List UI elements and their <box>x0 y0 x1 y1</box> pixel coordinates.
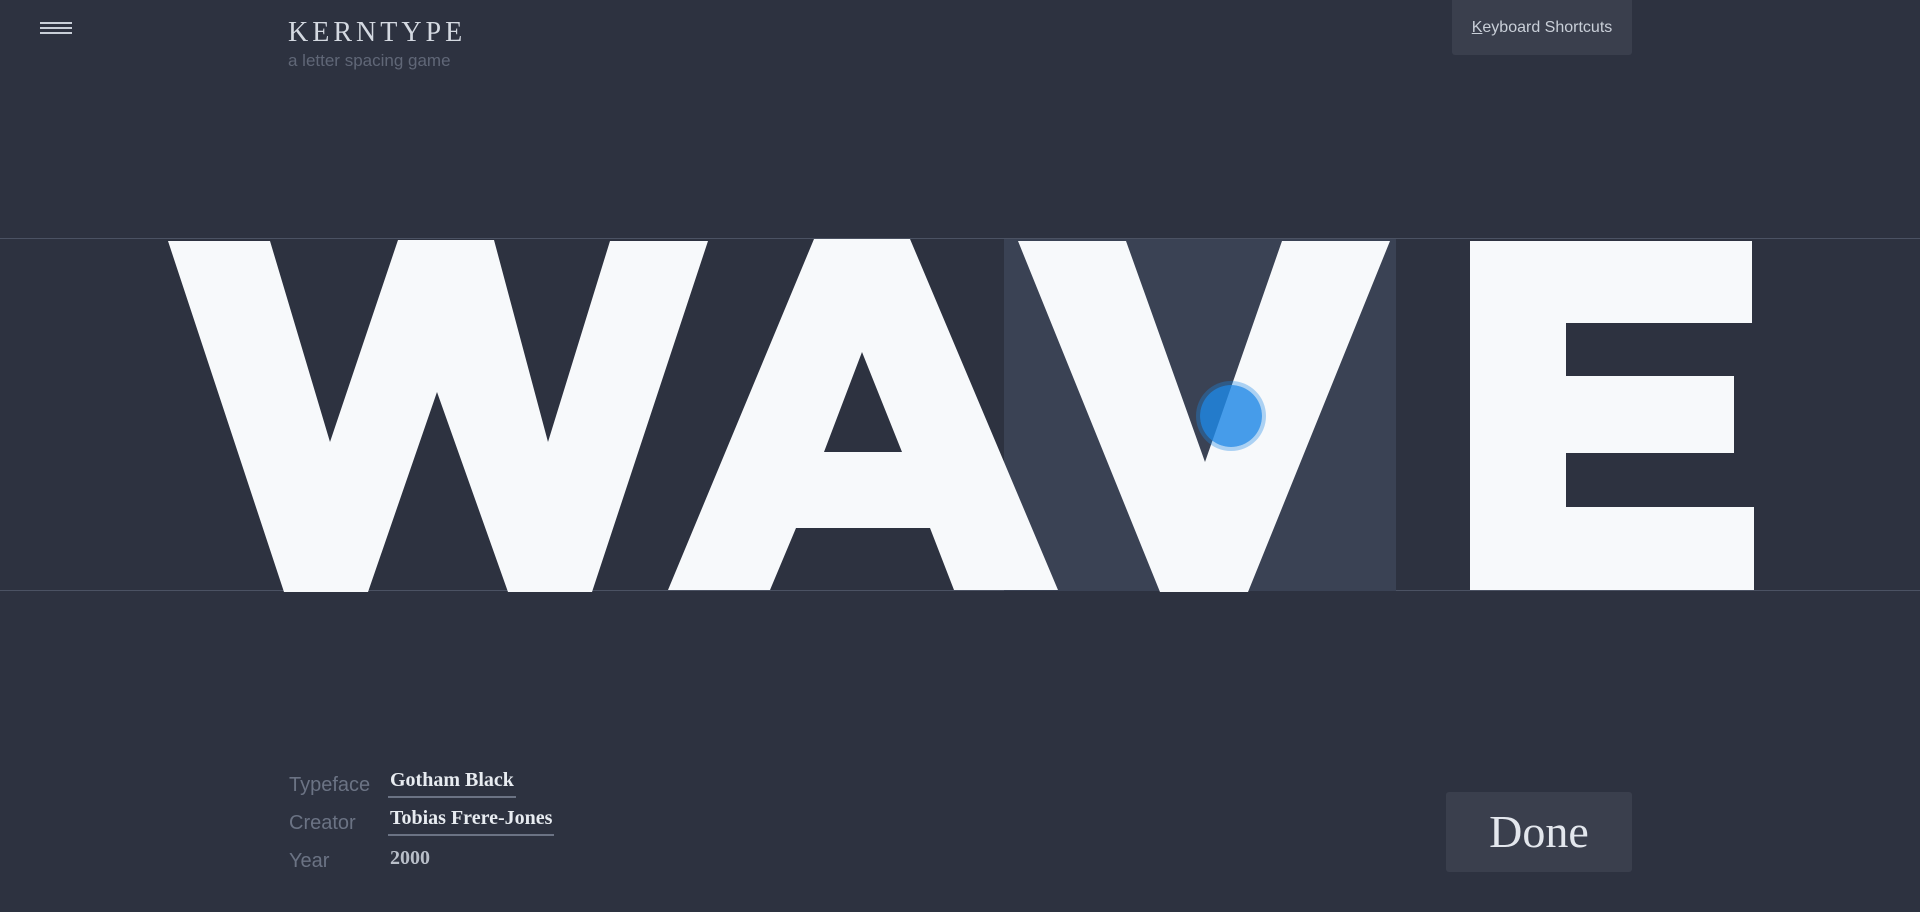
font-info: Typeface Gotham Black Creator Tobias Fre… <box>289 760 555 874</box>
creator-link[interactable]: Tobias Frere-Jones <box>388 805 555 836</box>
year-value: 2000 <box>390 847 430 869</box>
typeface-link[interactable]: Gotham Black <box>388 767 516 798</box>
year-label: Year <box>289 850 330 872</box>
done-button[interactable]: Done <box>1446 792 1632 872</box>
letter-e <box>1470 241 1754 590</box>
typeface-row: Typeface Gotham Black <box>289 760 554 798</box>
creator-label: Creator <box>289 812 356 834</box>
game-page: KERNTYPE a letter spacing game Keyboard … <box>0 0 1920 912</box>
creator-row: Creator Tobias Frere-Jones <box>289 798 555 836</box>
year-row: Year 2000 <box>289 836 554 874</box>
kerning-drag-handle[interactable] <box>1200 385 1262 447</box>
word-canvas <box>0 0 1920 912</box>
typeface-label: Typeface <box>289 774 371 796</box>
